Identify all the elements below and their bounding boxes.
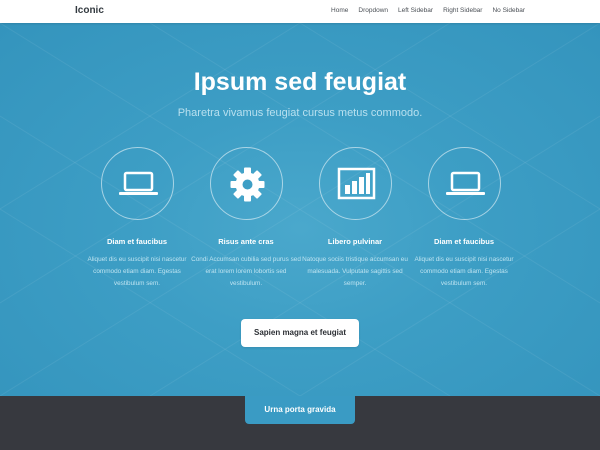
laptop-icon <box>445 171 485 195</box>
cta-button[interactable]: Sapien magna et feugiat <box>241 319 359 347</box>
feature-description: Condi Accumsan cubilia sed purus sed era… <box>191 256 301 287</box>
gear-icon <box>230 167 264 202</box>
feature-description: Aliquet dis eu suscipit nisi nascetur co… <box>87 256 187 287</box>
feature-title: Risus ante cras <box>218 237 274 246</box>
feature-icon-circle <box>209 147 283 220</box>
feature-title: Libero pulvinar <box>327 237 383 246</box>
feature-icon-circle <box>318 147 392 220</box>
nav-link-no-sidebar[interactable]: No Sidebar <box>492 7 525 14</box>
brand-logo[interactable]: Iconic <box>75 5 104 16</box>
hero-subtitle: Pharetra vivamus feugiat cursus metus co… <box>177 107 423 119</box>
footer-tab-button[interactable]: Urna porta gravida <box>245 396 355 424</box>
feature-title: Diam et faucibus <box>433 237 494 246</box>
hero-section: Ipsum sed feugiat Pharetra vivamus feugi… <box>0 23 600 396</box>
feature-item: Diam et faucibus Aliquet dis eu suscipit… <box>404 147 524 290</box>
hero-title: Ipsum sed feugiat <box>193 68 407 96</box>
feature-icon-circle <box>427 147 501 220</box>
feature-description: Aliquet dis eu suscipit nisi nascetur co… <box>414 256 514 287</box>
nav-link-right-sidebar[interactable]: Right Sidebar <box>443 7 482 14</box>
nav-link-home[interactable]: Home <box>331 7 348 14</box>
bar-chart-icon <box>337 167 375 200</box>
feature-item: Risus ante cras Condi Accumsan cubilia s… <box>186 147 306 290</box>
feature-item: Libero pulvinar Natoque sociis tristique… <box>295 147 415 290</box>
feature-title: Diam et faucibus <box>106 237 167 246</box>
feature-description: Natoque sociis tristique accumsan eu mal… <box>302 256 408 287</box>
nav-link-dropdown[interactable]: Dropdown <box>358 7 388 14</box>
nav-links: Home Dropdown Left Sidebar Right Sidebar… <box>321 7 525 14</box>
feature-icon-circle <box>100 147 174 220</box>
navbar: Iconic Home Dropdown Left Sidebar Right … <box>0 0 600 23</box>
feature-item: Diam et faucibus Aliquet dis eu suscipit… <box>77 147 197 290</box>
laptop-icon <box>118 171 158 195</box>
nav-link-left-sidebar[interactable]: Left Sidebar <box>398 7 433 14</box>
